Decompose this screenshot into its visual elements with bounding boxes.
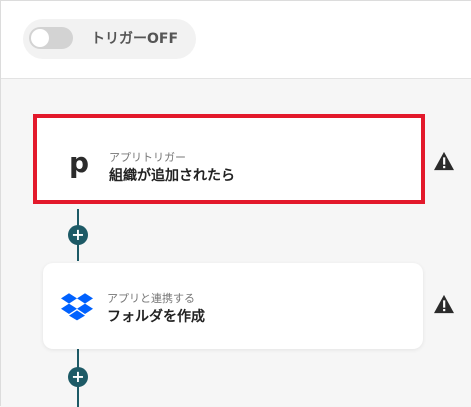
workflow-header: トリガーOFF (1, 1, 471, 79)
step-card-action[interactable]: アプリと連携する フォルダを作成 (43, 263, 423, 349)
trigger-toggle-group[interactable]: トリガーOFF (23, 19, 196, 59)
add-step-button[interactable]: + (68, 225, 88, 245)
workflow-canvas: トリガーOFF + + p アプリトリガー 組織が追加されたら アプリと連携する… (0, 0, 471, 407)
step-subtitle: アプリと連携する (107, 292, 195, 305)
step-title: 組織が追加されたら (109, 168, 235, 184)
step-title: フォルダを作成 (107, 309, 205, 325)
trigger-status-label: トリガーOFF (91, 31, 179, 47)
add-step-button[interactable]: + (68, 367, 88, 387)
pipedrive-p-icon: p (69, 146, 90, 179)
trigger-toggle-switch[interactable] (29, 27, 73, 49)
step-subtitle: アプリトリガー (109, 151, 186, 164)
warning-icon[interactable] (433, 151, 455, 171)
toggle-knob (31, 29, 49, 47)
dropbox-icon (61, 293, 93, 321)
warning-icon[interactable] (433, 294, 455, 314)
step-card-trigger[interactable]: p アプリトリガー 組織が追加されたら (33, 114, 425, 204)
